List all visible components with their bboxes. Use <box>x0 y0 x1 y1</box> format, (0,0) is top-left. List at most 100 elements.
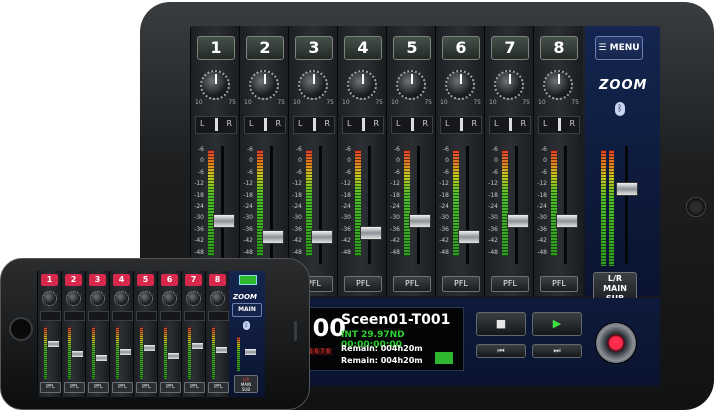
home-button[interactable] <box>686 197 706 217</box>
phone-channel-fader[interactable] <box>192 343 203 349</box>
pan-control[interactable]: L R <box>342 116 384 134</box>
channel-number-button[interactable]: 2 <box>246 36 284 60</box>
phone-pan-control[interactable] <box>64 311 85 321</box>
phone-trim-knob[interactable] <box>66 291 81 306</box>
forward-button[interactable]: ⏭ <box>532 344 582 358</box>
phone-trim-knob[interactable] <box>114 291 129 306</box>
trim-knob[interactable] <box>200 70 230 100</box>
phone-pan-control[interactable] <box>160 311 181 321</box>
phone-zoom-logo: ZOOM <box>233 293 257 301</box>
channel-number-button[interactable]: 8 <box>540 36 578 60</box>
phone-main-button[interactable]: MAIN <box>232 303 262 317</box>
pfl-button[interactable]: PFL <box>442 276 480 292</box>
play-button[interactable]: ▶ <box>532 312 582 336</box>
phone-pan-control[interactable] <box>208 311 229 321</box>
pan-control[interactable]: L R <box>538 116 580 134</box>
channel-fader[interactable] <box>262 230 284 244</box>
pfl-button[interactable]: PFL <box>393 276 431 292</box>
phone-pan-control[interactable] <box>88 311 109 321</box>
phone-trim-knob[interactable] <box>138 291 153 306</box>
channel-number-button[interactable]: 6 <box>442 36 480 60</box>
phone-pan-control[interactable] <box>184 311 205 321</box>
pan-handle[interactable] <box>362 118 365 131</box>
channel-fader[interactable] <box>458 230 480 244</box>
trim-knob[interactable] <box>298 70 328 100</box>
pan-handle[interactable] <box>558 118 561 131</box>
phone-channel-fader[interactable] <box>144 345 155 351</box>
phone-channel-fader[interactable] <box>48 341 59 347</box>
phone-home-button[interactable] <box>9 317 33 341</box>
rewind-button[interactable]: ⏮ <box>476 344 526 358</box>
phone-pan-control[interactable] <box>136 311 157 321</box>
channel-fader[interactable] <box>213 214 235 228</box>
phone-trim-knob[interactable] <box>90 291 105 306</box>
pan-control[interactable]: L R <box>293 116 335 134</box>
trim-knob[interactable] <box>249 70 279 100</box>
channel-fader[interactable] <box>507 214 529 228</box>
channel-number-button[interactable]: 7 <box>491 36 529 60</box>
phone-channel-number-button[interactable]: 2 <box>65 274 82 286</box>
phone-channel-fader[interactable] <box>216 347 227 353</box>
phone-pfl-button[interactable]: PFL <box>112 382 133 393</box>
trim-knob[interactable] <box>445 70 475 100</box>
phone-pfl-button[interactable]: PFL <box>64 382 85 393</box>
pfl-button[interactable]: PFL <box>344 276 382 292</box>
channel-number-button[interactable]: 4 <box>344 36 382 60</box>
phone-trim-knob[interactable] <box>42 291 57 306</box>
phone-pan-control[interactable] <box>40 311 61 321</box>
phone-channel-number-button[interactable]: 5 <box>137 274 154 286</box>
phone-pfl-button[interactable]: PFL <box>184 382 205 393</box>
pan-handle[interactable] <box>313 118 316 131</box>
channel-fader[interactable] <box>311 230 333 244</box>
pan-control[interactable]: L R <box>244 116 286 134</box>
phone-channel-fader[interactable] <box>120 349 131 355</box>
pan-handle[interactable] <box>509 118 512 131</box>
phone-trim-knob[interactable] <box>162 291 177 306</box>
trim-knob[interactable] <box>396 70 426 100</box>
phone-trim-knob[interactable] <box>210 291 225 306</box>
channel-fader[interactable] <box>409 214 431 228</box>
phone-pfl-button[interactable]: PFL <box>160 382 181 393</box>
phone-channel-number-button[interactable]: 7 <box>185 274 202 286</box>
pan-control[interactable]: L R <box>195 116 237 134</box>
pan-handle[interactable] <box>411 118 414 131</box>
pfl-button[interactable]: PFL <box>540 276 578 292</box>
phone-channel-number-button[interactable]: 6 <box>161 274 178 286</box>
trim-knob[interactable] <box>347 70 377 100</box>
channel-fader[interactable] <box>556 214 578 228</box>
phone-lr-button[interactable]: L/R MAIN SUB <box>234 375 258 393</box>
pan-handle[interactable] <box>264 118 267 131</box>
phone-pfl-button[interactable]: PFL <box>208 382 229 393</box>
stop-button[interactable]: ■ <box>476 312 526 336</box>
phone-channel-number-button[interactable]: 8 <box>209 274 226 286</box>
pfl-button[interactable]: PFL <box>491 276 529 292</box>
master-section: ☰ MENU ZOOM ᛒ L/R MAIN SUB <box>585 26 660 304</box>
level-meter <box>502 150 508 256</box>
phone-channel-number-button[interactable]: 4 <box>113 274 130 286</box>
pan-handle[interactable] <box>460 118 463 131</box>
phone-channel-number-button[interactable]: 3 <box>89 274 106 286</box>
phone-pfl-button[interactable]: PFL <box>88 382 109 393</box>
phone-channel-number-button[interactable]: 1 <box>41 274 58 286</box>
menu-button[interactable]: ☰ MENU <box>595 36 643 60</box>
phone-pfl-button[interactable]: PFL <box>40 382 61 393</box>
phone-channel-fader[interactable] <box>168 353 179 359</box>
channel-number-button[interactable]: 5 <box>393 36 431 60</box>
phone-channel-fader[interactable] <box>72 351 83 357</box>
phone-master-fader[interactable] <box>245 349 256 355</box>
pan-control[interactable]: L R <box>489 116 531 134</box>
phone-trim-knob[interactable] <box>186 291 201 306</box>
pan-control[interactable]: L R <box>440 116 482 134</box>
phone-pan-control[interactable] <box>112 311 133 321</box>
pan-handle[interactable] <box>215 118 218 131</box>
phone-channel-fader[interactable] <box>96 355 107 361</box>
master-fader[interactable] <box>616 182 638 196</box>
channel-fader[interactable] <box>360 226 382 240</box>
pan-control[interactable]: L R <box>391 116 433 134</box>
channel-number-button[interactable]: 1 <box>197 36 235 60</box>
phone-pfl-button[interactable]: PFL <box>136 382 157 393</box>
trim-knob[interactable] <box>543 70 573 100</box>
channel-number-button[interactable]: 3 <box>295 36 333 60</box>
trim-knob[interactable] <box>494 70 524 100</box>
record-button[interactable] <box>595 322 637 364</box>
